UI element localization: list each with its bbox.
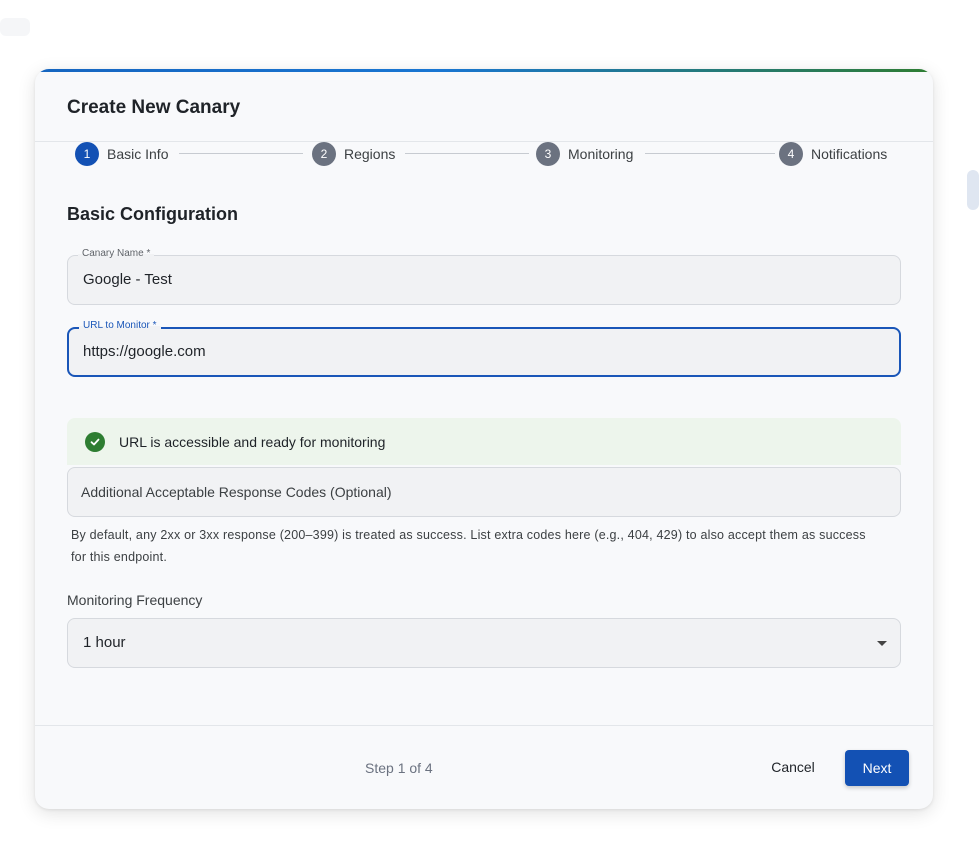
dialog-title: Create New Canary [67, 97, 241, 118]
divider [35, 725, 933, 726]
step-notifications[interactable]: 4 Notifications [779, 142, 888, 166]
url-value: https://google.com [83, 343, 206, 360]
response-codes-placeholder: Additional Acceptable Response Codes (Op… [81, 484, 392, 500]
step-label: Basic Info [107, 146, 169, 162]
check-circle-icon [85, 431, 105, 452]
step-number: 4 [779, 142, 803, 166]
step-number: 3 [536, 142, 560, 166]
next-button[interactable]: Next [845, 750, 909, 786]
divider [35, 141, 933, 142]
frequency-label: Monitoring Frequency [67, 592, 203, 608]
step-basic-info[interactable]: 1 Basic Info [75, 142, 169, 166]
step-connector [405, 153, 529, 154]
background-element [967, 170, 979, 210]
canary-name-field[interactable]: Canary Name * Google - Test [67, 248, 901, 305]
step-label: Regions [344, 146, 396, 162]
canary-name-value: Google - Test [83, 271, 172, 288]
step-number: 2 [312, 142, 336, 166]
step-connector [179, 153, 303, 154]
frequency-value: 1 hour [83, 634, 126, 651]
step-connector [645, 153, 775, 154]
response-codes-helper: By default, any 2xx or 3xx response (200… [71, 528, 866, 564]
canary-name-label: Canary Name * [78, 248, 155, 259]
section-title: Basic Configuration [67, 204, 239, 224]
stepper: 1 Basic Info 2 Regions 3 Monitoring 4 No… [75, 142, 895, 166]
step-regions[interactable]: 2 Regions [312, 142, 396, 166]
create-canary-dialog: Create New Canary 1 Basic Info 2 Regions… [35, 69, 933, 809]
background-element [0, 18, 30, 36]
response-codes-input[interactable]: Additional Acceptable Response Codes (Op… [67, 467, 901, 517]
validation-message: URL is accessible and ready for monitori… [119, 433, 386, 450]
url-field[interactable]: URL to Monitor * https://google.com [67, 320, 901, 377]
step-label: Monitoring [568, 146, 634, 162]
cancel-button[interactable]: Cancel [757, 749, 829, 785]
frequency-select[interactable]: 1 hour [67, 618, 901, 668]
dialog-accent-bar [35, 69, 933, 72]
url-validation-alert: URL is accessible and ready for monitori… [67, 418, 901, 465]
step-monitoring[interactable]: 3 Monitoring [536, 142, 634, 166]
url-label: URL to Monitor * [79, 320, 161, 331]
step-number: 1 [75, 142, 99, 166]
step-counter: Step 1 of 4 [365, 760, 433, 776]
step-label: Notifications [811, 146, 888, 162]
dropdown-caret-icon [877, 641, 887, 646]
